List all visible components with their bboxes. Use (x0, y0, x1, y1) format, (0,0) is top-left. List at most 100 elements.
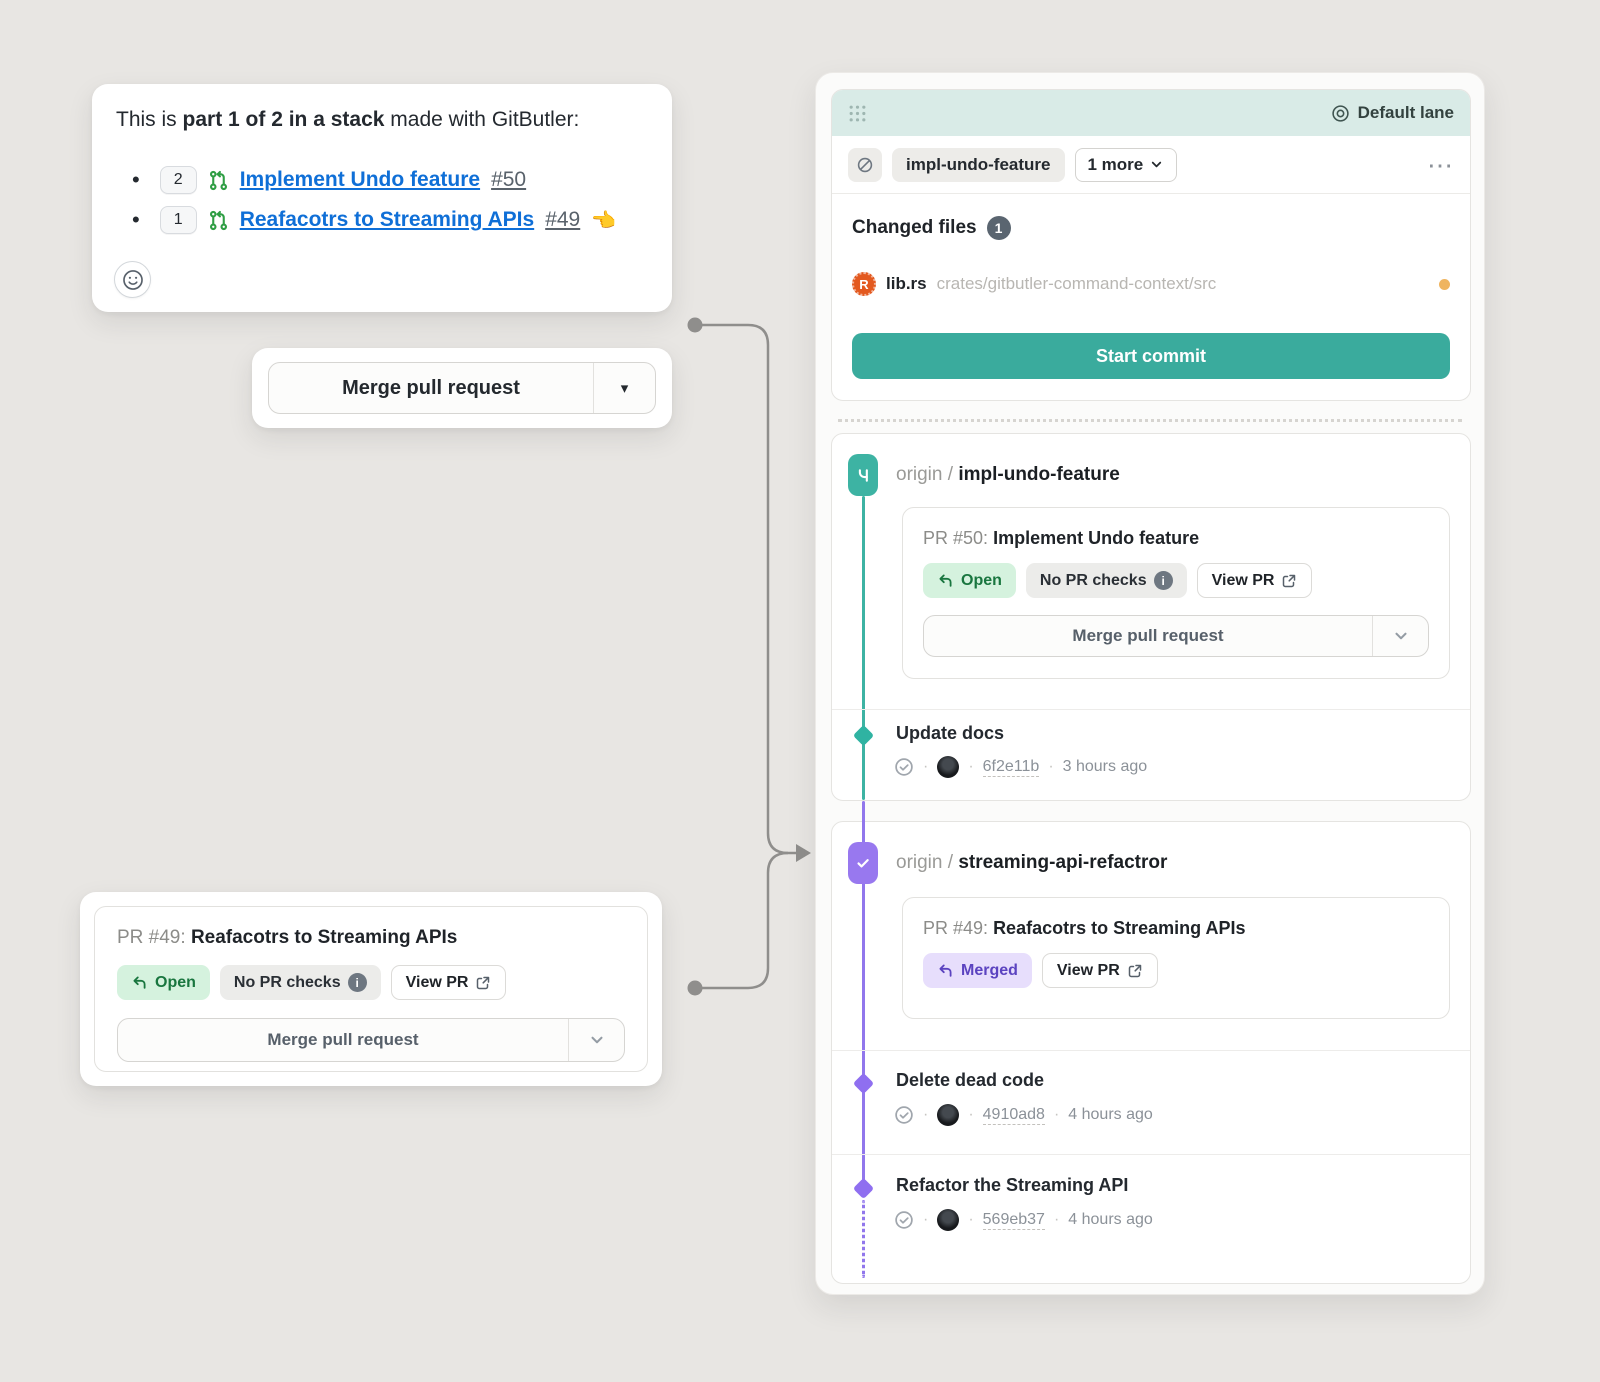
branch-header[interactable]: origin / streaming-api-refactror (848, 842, 1167, 884)
drag-handle-icon[interactable] (848, 104, 867, 123)
bullet-icon (132, 207, 149, 233)
row-divider (832, 1050, 1470, 1051)
pr-checks-badge: No PR checks i (220, 965, 381, 1000)
more-branches-dropdown[interactable]: 1 more (1075, 148, 1178, 182)
modified-indicator-dot (1439, 279, 1450, 290)
commit-meta: · · 4910ad8 · 4 hours ago (894, 1104, 1153, 1126)
lane-card: Default lane impl-undo-feature 1 more ⋯ … (831, 89, 1471, 401)
branch-name: origin / streaming-api-refactror (896, 852, 1167, 874)
commit-title[interactable]: Update docs (896, 723, 1004, 744)
commit-dot (853, 1178, 874, 1199)
merge-pull-request-button[interactable]: Merge pull request (269, 363, 593, 413)
pull-request-icon (208, 210, 229, 231)
smiley-icon (122, 269, 144, 291)
merge-split-button: Merge pull request ▾ (268, 362, 656, 414)
branch-card-streaming-api-refactror: origin / streaming-api-refactror PR #49:… (831, 821, 1471, 1284)
chevron-down-icon (1392, 627, 1410, 645)
author-avatar (937, 756, 959, 778)
commit-meta: · · 569eb37 · 4 hours ago (894, 1209, 1153, 1231)
commit-time: 4 hours ago (1068, 1106, 1153, 1124)
commit-time: 4 hours ago (1068, 1211, 1153, 1229)
pr-box-49: PR #49: Reafacotrs to Streaming APIs Mer… (902, 897, 1450, 1019)
canvas: This is part 1 of 2 in a stack made with… (0, 0, 1600, 1382)
commit-time: 3 hours ago (1063, 758, 1148, 776)
file-name: lib.rs (886, 274, 927, 294)
timeline-line-purple-dotted (862, 1200, 865, 1278)
pr49-inner-card: PR #49: Reafacotrs to Streaming APIs Ope… (94, 906, 648, 1072)
bullet-icon (132, 167, 149, 193)
start-commit-button[interactable]: Start commit (852, 333, 1450, 379)
target-icon (1331, 104, 1350, 123)
pr49-preview-card: PR #49: Reafacotrs to Streaming APIs Ope… (80, 892, 662, 1086)
changed-files-title: Changed files 1 (852, 216, 1011, 240)
branch-name: origin / impl-undo-feature (896, 464, 1120, 486)
branch-icon (848, 454, 878, 496)
info-icon: i (1154, 571, 1173, 590)
chevron-down-icon (1149, 157, 1164, 172)
stack-pr-item-2: 1 Reafacotrs to Streaming APIs #49 👈 (132, 200, 616, 240)
merge-split-button: Merge pull request (117, 1018, 625, 1062)
link-icon[interactable] (848, 148, 882, 182)
merge-split-button: Merge pull request (923, 615, 1429, 657)
open-pr-arrow-icon (937, 572, 954, 589)
caret-down-icon: ▾ (621, 379, 629, 397)
pr-title-line: PR #50: Implement Undo feature (923, 528, 1429, 549)
merge-options-chevron-button[interactable] (568, 1019, 624, 1061)
stack-note-text: This is part 1 of 2 in a stack made with… (116, 108, 648, 132)
dotted-separator (838, 419, 1462, 422)
merged-pr-arrow-icon (937, 962, 954, 979)
commit-hash-link[interactable]: 6f2e11b (983, 758, 1040, 777)
commit-hash-link[interactable]: 4910ad8 (983, 1106, 1045, 1125)
pr-checks-badge: No PR checks i (1026, 563, 1187, 598)
commit-title[interactable]: Delete dead code (896, 1070, 1044, 1091)
lane-title: Default lane (1331, 103, 1454, 123)
stack-pr-item-1: 2 Implement Undo feature #50 (132, 160, 616, 200)
commit-meta: · · 6f2e11b · 3 hours ago (894, 756, 1147, 778)
branch-header[interactable]: origin / impl-undo-feature (848, 454, 1120, 496)
stack-position-badge: 2 (160, 166, 197, 194)
view-pr-button[interactable]: View PR (391, 965, 507, 1000)
pr-status-badge-merged: Merged (923, 953, 1032, 988)
rust-file-icon: R (852, 272, 876, 296)
merge-button-card: Merge pull request ▾ (252, 348, 672, 428)
view-pr-button[interactable]: View PR (1197, 563, 1313, 598)
commit-dot (853, 725, 874, 746)
pull-request-icon (208, 170, 229, 191)
pr-title-line: PR #49: Reafacotrs to Streaming APIs (923, 918, 1429, 939)
merge-options-caret-button[interactable]: ▾ (593, 363, 655, 413)
commit-dot (853, 1073, 874, 1094)
merge-pull-request-button[interactable]: Merge pull request (118, 1019, 568, 1061)
commit-title[interactable]: Refactor the Streaming API (896, 1175, 1128, 1196)
stack-pr-list: 2 Implement Undo feature #50 1 (132, 160, 616, 240)
pr-status-badge-open: Open (923, 563, 1016, 598)
branch-name-pill[interactable]: impl-undo-feature (892, 148, 1065, 182)
changed-files-count-badge: 1 (987, 216, 1011, 240)
merge-options-chevron-button[interactable] (1372, 616, 1428, 656)
external-link-icon (1281, 573, 1297, 589)
view-pr-button[interactable]: View PR (1042, 953, 1158, 988)
add-reaction-button[interactable] (114, 261, 151, 298)
pr-link[interactable]: Reafacotrs to Streaming APIs (240, 208, 534, 232)
external-link-icon (1127, 963, 1143, 979)
row-divider (832, 1154, 1470, 1155)
pr-number-link[interactable]: #50 (491, 168, 526, 192)
pr-title-line: PR #49: Reafacotrs to Streaming APIs (117, 927, 625, 949)
lane-panel: Default lane impl-undo-feature 1 more ⋯ … (815, 72, 1485, 1295)
author-avatar (937, 1209, 959, 1231)
pr-badges: Merged View PR (923, 953, 1429, 988)
file-path: crates/gitbutler-command-context/src (937, 274, 1429, 294)
merge-pull-request-button[interactable]: Merge pull request (924, 616, 1372, 656)
lane-header: Default lane (832, 90, 1470, 136)
changed-file-row[interactable]: R lib.rs crates/gitbutler-command-contex… (852, 266, 1450, 302)
pr-link[interactable]: Implement Undo feature (240, 168, 480, 192)
commit-status-check-icon (894, 757, 914, 777)
commit-hash-link[interactable]: 569eb37 (983, 1211, 1045, 1230)
pr-number-link[interactable]: #49 (545, 208, 580, 232)
row-divider (832, 709, 1470, 710)
branch-card-impl-undo-feature: origin / impl-undo-feature PR #50: Imple… (831, 433, 1471, 801)
pr-status-badge-open: Open (117, 965, 210, 1000)
info-icon: i (348, 973, 367, 992)
external-link-icon (475, 975, 491, 991)
pointing-left-emoji: 👈 (591, 208, 616, 233)
branch-row: impl-undo-feature 1 more ⋯ (832, 136, 1470, 194)
